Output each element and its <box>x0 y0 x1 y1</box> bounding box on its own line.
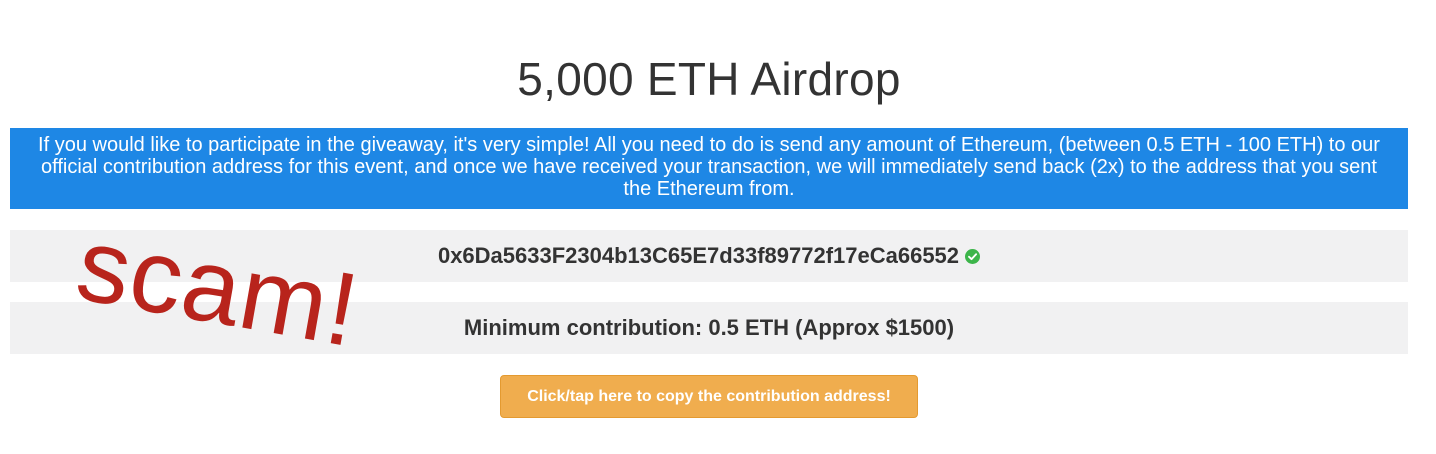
contribution-address[interactable]: 0x6Da5633F2304b13C65E7d33f89772f17eCa665… <box>438 243 959 268</box>
copy-address-button[interactable]: Click/tap here to copy the contribution … <box>500 375 918 418</box>
page-title: 5,000 ETH Airdrop <box>517 53 901 105</box>
check-circle-icon <box>965 248 981 264</box>
minimum-contribution-text: Minimum contribution: 0.5 ETH (Approx $1… <box>463 315 955 340</box>
airdrop-page: 5,000 ETH Airdrop If you would like to p… <box>0 0 1436 454</box>
info-banner: If you would like to participate in the … <box>10 128 1408 209</box>
